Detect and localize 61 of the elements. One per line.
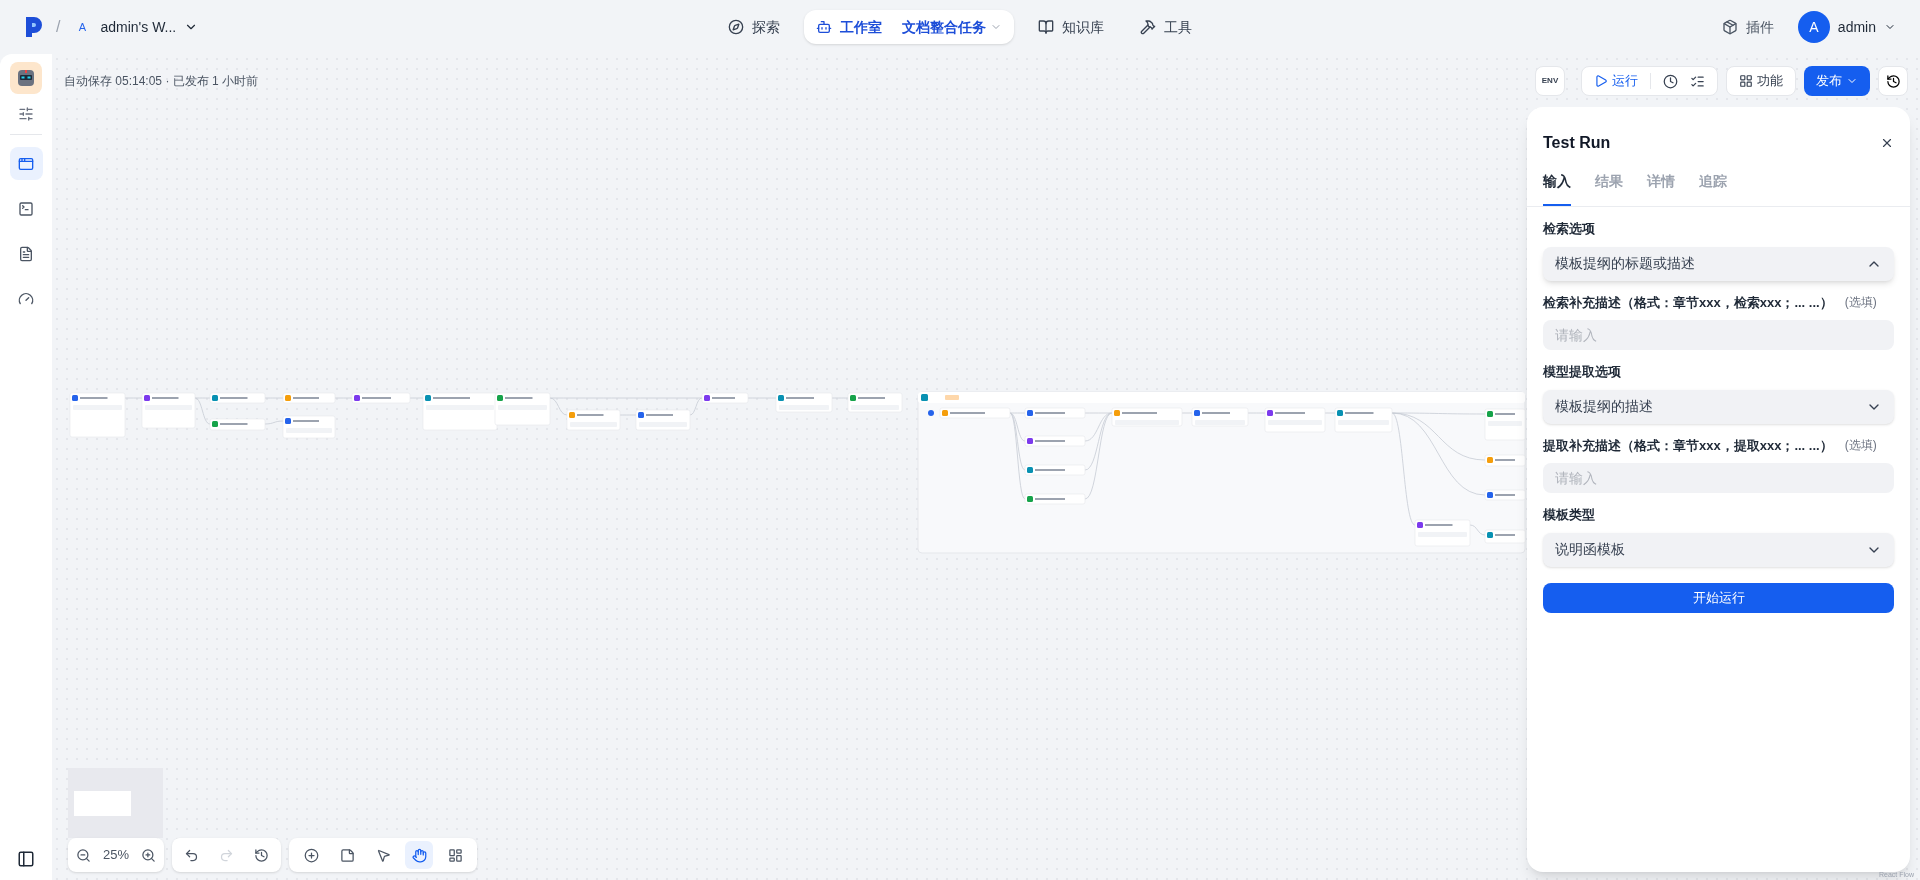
gauge-icon bbox=[18, 290, 34, 307]
field-label: 模型提取选项 bbox=[1543, 363, 1621, 381]
close-icon[interactable] bbox=[1880, 136, 1894, 150]
logo-icon[interactable] bbox=[24, 15, 44, 39]
hand-icon bbox=[411, 847, 427, 863]
robot-icon bbox=[816, 19, 832, 35]
start-run-button[interactable]: 开始运行 bbox=[1543, 582, 1894, 613]
nav-tab[interactable]: 知识库 bbox=[1026, 10, 1116, 44]
field-label: 提取补充描述（格式：章节xxx，提取xxx；... ...） bbox=[1543, 436, 1833, 455]
input-field[interactable]: 请输入 bbox=[1543, 463, 1894, 493]
workspace-switcher[interactable]: A admin's W... bbox=[72, 16, 199, 38]
app-avatar[interactable] bbox=[10, 62, 42, 94]
window-icon bbox=[18, 155, 34, 172]
plugins-button[interactable]: 插件 bbox=[1721, 16, 1774, 38]
optional-hint: (选填) bbox=[1844, 437, 1877, 455]
zoom-level: 25% bbox=[103, 846, 130, 865]
input-field[interactable]: 请输入 bbox=[1543, 320, 1894, 350]
note-icon bbox=[339, 847, 355, 863]
undo-icon[interactable] bbox=[184, 847, 200, 863]
nav-tab[interactable]: 探索 bbox=[716, 10, 792, 44]
history-icon[interactable] bbox=[254, 847, 270, 863]
panel-toggle-icon[interactable] bbox=[17, 850, 35, 868]
pointer-icon bbox=[375, 847, 391, 863]
save-status: 自动保存 05:14:05 · 已发布 1 小时前 bbox=[64, 73, 259, 90]
package-icon bbox=[1721, 19, 1738, 35]
select-field[interactable]: 说明函模板 bbox=[1543, 532, 1894, 567]
sidebar-item[interactable] bbox=[9, 147, 43, 180]
clock-icon[interactable] bbox=[1663, 73, 1678, 89]
field-label: 模板类型 bbox=[1543, 506, 1595, 524]
compass-icon bbox=[728, 19, 744, 35]
add-icon bbox=[303, 847, 319, 863]
field-label: 检索选项 bbox=[1543, 220, 1595, 238]
grid-icon bbox=[1739, 74, 1753, 88]
user-menu[interactable]: A admin bbox=[1797, 11, 1896, 43]
grid-icon bbox=[447, 847, 463, 863]
book-icon bbox=[1038, 19, 1054, 35]
zoom-out-icon[interactable] bbox=[76, 847, 91, 863]
breadcrumb-separator: / bbox=[56, 17, 61, 37]
history-button[interactable] bbox=[1878, 66, 1908, 96]
select-field[interactable]: 模板提纲的描述 bbox=[1543, 389, 1894, 424]
field-label: 检索补充描述（格式：章节xxx，检索xxx；... ...） bbox=[1543, 293, 1833, 312]
env-button[interactable]: ENV bbox=[1535, 66, 1565, 96]
select-field[interactable]: 模板提纲的标题或描述 bbox=[1543, 246, 1894, 281]
avatar: A bbox=[1797, 11, 1830, 43]
optional-hint: (选填) bbox=[1844, 294, 1877, 312]
zoom-in-icon[interactable] bbox=[141, 847, 157, 863]
checklist-icon[interactable] bbox=[1690, 73, 1705, 89]
panel-tab[interactable]: 输入 bbox=[1543, 171, 1571, 206]
canvas-tool[interactable] bbox=[405, 841, 434, 869]
history-icon bbox=[1885, 73, 1901, 89]
publish-button[interactable]: 发布 bbox=[1804, 66, 1870, 96]
hammer-icon bbox=[1140, 19, 1156, 35]
document-icon bbox=[18, 245, 34, 262]
robot-icon bbox=[15, 67, 37, 89]
features-button[interactable]: 功能 bbox=[1726, 66, 1796, 96]
nav-tab[interactable]: 工具 bbox=[1128, 10, 1204, 44]
settings-icon[interactable] bbox=[18, 106, 34, 122]
panel-title: Test Run bbox=[1543, 133, 1611, 153]
nav-tab[interactable]: 工作室 文档整合任务 bbox=[804, 10, 1014, 44]
terminal-icon bbox=[18, 200, 34, 217]
play-icon bbox=[1594, 74, 1608, 88]
